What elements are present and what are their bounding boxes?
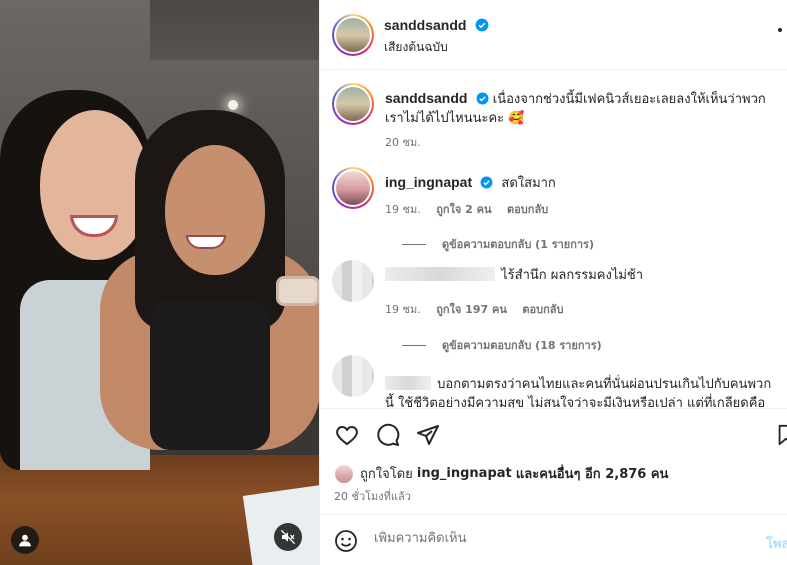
mute-button[interactable] xyxy=(274,523,302,551)
post-header: sanddsandd เสียงต้นฉบับ xyxy=(320,0,787,70)
reply-button[interactable]: ตอบกลับ xyxy=(522,303,563,316)
post-caption: sanddsandd เนื่องจากช่วงนี้มีเฟคนิวส์เยอ… xyxy=(332,83,782,153)
post-details-panel: sanddsandd เสียงต้นฉบับ sanddsandd เนื่อ… xyxy=(319,0,787,565)
muted-speaker-icon xyxy=(280,529,296,545)
comment-text: ไร้สำนึก ผลกรรมคงไม่ช้า xyxy=(501,268,644,283)
view-replies-button[interactable]: ดูข้อความตอบกลับ (18 รายการ) xyxy=(402,336,602,354)
view-replies-button[interactable]: ดูข้อความตอบกลับ (1 รายการ) xyxy=(402,235,594,253)
verified-badge-icon xyxy=(475,18,489,32)
post-actions: ถูกใจโดย ing_ingnapat และคนอื่นๆ อีก 2,8… xyxy=(320,408,787,514)
verified-badge-icon xyxy=(480,176,493,189)
post-video[interactable] xyxy=(0,0,319,565)
paper-plane-icon[interactable] xyxy=(415,423,441,447)
comment-meta: 19 ชม. ถูกใจ 2 คน ตอบกลับ xyxy=(385,200,560,218)
heart-icon[interactable] xyxy=(334,423,360,447)
comment-avatar[interactable] xyxy=(332,167,374,209)
verified-badge-icon xyxy=(476,92,489,105)
caption-username[interactable]: sanddsandd xyxy=(385,90,467,106)
liked-by-avatar[interactable] xyxy=(334,463,354,484)
bookmark-icon[interactable] xyxy=(775,423,787,447)
author-avatar[interactable] xyxy=(332,14,374,56)
more-options-icon[interactable] xyxy=(778,28,782,32)
view-replies-label: ดูข้อความตอบกลับ (18 รายการ) xyxy=(442,339,602,352)
caption-meta: 20 ชม. xyxy=(385,133,433,151)
author-username[interactable]: sanddsandd xyxy=(384,17,466,33)
comment-item: บอกตามตรงว่าคนไทยและคนที่นั่นผ่อนปรนเกิน… xyxy=(332,355,782,408)
audio-label[interactable]: เสียงต้นฉบับ xyxy=(384,38,448,57)
user-icon xyxy=(19,534,31,547)
comment-likes[interactable]: ถูกใจ 2 คน xyxy=(436,203,491,216)
liked-by-prefix: ถูกใจโดย xyxy=(360,467,413,482)
ceiling-lamp xyxy=(228,100,238,110)
liked-by: ถูกใจโดย ing_ingnapat และคนอื่นๆ อีก 2,8… xyxy=(334,463,668,484)
comment-text: สดใสมาก xyxy=(501,176,556,191)
comment-composer: โพสต์ xyxy=(320,514,787,565)
person-right-top xyxy=(150,300,270,450)
tagged-users-button[interactable] xyxy=(11,526,39,554)
post-time[interactable]: 20 ชั่วโมงที่แล้ว xyxy=(334,487,411,505)
comment-username[interactable]: ing_ingnapat xyxy=(385,174,472,190)
post-button[interactable]: โพสต์ xyxy=(766,533,787,554)
caption-avatar[interactable] xyxy=(332,83,374,125)
liked-by-user[interactable]: ing_ingnapat xyxy=(417,466,512,481)
reply-button[interactable]: ตอบกลับ xyxy=(507,203,548,216)
ceiling-beam xyxy=(150,0,319,60)
comments-section: sanddsandd เนื่องจากช่วงนี้มีเฟคนิวส์เยอ… xyxy=(320,71,787,408)
comment-body: ing_ingnapat สดใสมาก xyxy=(385,173,780,193)
comment-avatar-blurred[interactable] xyxy=(332,260,374,302)
caption-time[interactable]: 20 ชม. xyxy=(385,136,421,149)
person-left-face xyxy=(40,110,150,260)
smiley-icon[interactable] xyxy=(334,529,358,553)
comment-username-blurred[interactable] xyxy=(385,267,495,281)
comment-item: ไร้สำนึก ผลกรรมคงไม่ช้า 19 ชม. ถูกใจ 197… xyxy=(332,260,782,360)
liked-by-others[interactable]: และคนอื่นๆ อีก 2,876 คน xyxy=(516,463,669,484)
caption-body: sanddsandd เนื่องจากช่วงนี้มีเฟคนิวส์เยอ… xyxy=(385,89,780,128)
replies-dash xyxy=(402,344,426,346)
replies-dash xyxy=(402,243,426,245)
person-right-face xyxy=(165,145,265,275)
comment-avatar-blurred[interactable] xyxy=(332,355,374,397)
comment-time[interactable]: 19 ชม. xyxy=(385,303,421,316)
comment-likes[interactable]: ถูกใจ 197 คน xyxy=(436,303,507,316)
comment-icon[interactable] xyxy=(375,423,401,447)
comment-username-blurred[interactable] xyxy=(385,376,431,390)
comment-body: บอกตามตรงว่าคนไทยและคนที่นั่นผ่อนปรนเกิน… xyxy=(385,375,780,408)
comment-meta: 19 ชม. ถูกใจ 197 คน ตอบกลับ xyxy=(385,300,575,318)
view-replies-label: ดูข้อความตอบกลับ (1 รายการ) xyxy=(442,238,594,251)
comment-time[interactable]: 19 ชม. xyxy=(385,203,421,216)
smartwatch xyxy=(276,276,319,306)
post-viewer: sanddsandd เสียงต้นฉบับ sanddsandd เนื่อ… xyxy=(0,0,787,565)
comment-input[interactable] xyxy=(374,531,734,546)
comment-text: บอกตามตรงว่าคนไทยและคนที่นั่นผ่อนปรนเกิน… xyxy=(385,377,772,408)
comment-body: ไร้สำนึก ผลกรรมคงไม่ช้า xyxy=(385,266,780,285)
